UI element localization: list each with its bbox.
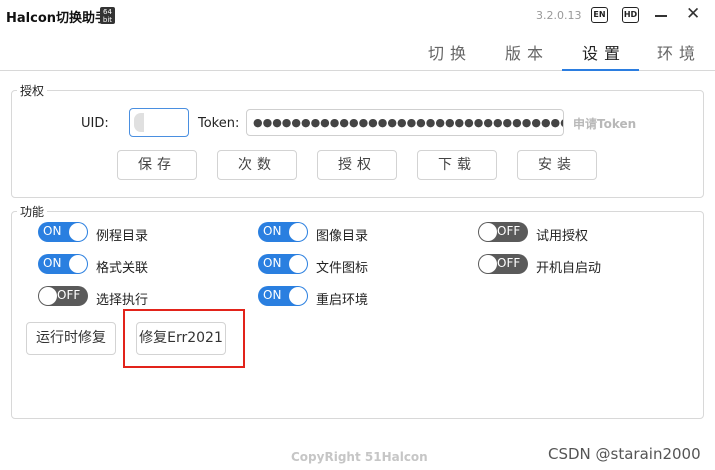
apply-token-link[interactable]: 申请Token bbox=[573, 115, 636, 132]
tab-version[interactable]: 版本 bbox=[505, 40, 549, 64]
authorize-button[interactable]: 授权 bbox=[317, 150, 397, 180]
close-icon[interactable]: ✕ bbox=[686, 4, 700, 24]
switch-knob bbox=[289, 255, 307, 273]
switch-state: ON bbox=[263, 288, 282, 302]
app-title: Halcon切换助手 bbox=[6, 11, 109, 26]
version-label: 3.2.0.13 bbox=[536, 9, 582, 22]
minimize-icon[interactable] bbox=[655, 15, 667, 17]
image-dir-switch[interactable]: ON bbox=[258, 222, 308, 242]
tab-switch[interactable]: 切换 bbox=[428, 40, 472, 64]
switch-state: OFF bbox=[497, 224, 521, 238]
tab-environment[interactable]: 环境 bbox=[657, 40, 701, 64]
trial-license-switch[interactable]: OFF bbox=[478, 222, 528, 242]
function-group-title: 功能 bbox=[17, 203, 48, 220]
file-icon-switch[interactable]: ON bbox=[258, 254, 308, 274]
image-dir-label: 图像目录 bbox=[316, 229, 369, 244]
autostart-switch[interactable]: OFF bbox=[478, 254, 528, 274]
title-bar: Halcon切换助手 64 bit 3.2.0.13 EN HD ✕ bbox=[0, 0, 715, 34]
highlight-box bbox=[123, 309, 245, 368]
count-button[interactable]: 次数 bbox=[217, 150, 297, 180]
autostart-label: 开机自启动 bbox=[536, 261, 602, 276]
format-assoc-label: 格式关联 bbox=[96, 261, 149, 276]
switch-state: ON bbox=[43, 256, 62, 270]
restart-env-label: 重启环境 bbox=[316, 293, 369, 308]
switch-knob bbox=[289, 287, 307, 305]
active-tab-indicator bbox=[562, 69, 639, 71]
hd-button[interactable]: HD bbox=[622, 7, 639, 23]
switch-knob bbox=[69, 255, 87, 273]
switch-state: OFF bbox=[497, 256, 521, 270]
auth-group: 授权 bbox=[11, 82, 704, 198]
select-exec-switch[interactable]: OFF bbox=[38, 286, 88, 306]
switch-state: ON bbox=[263, 256, 282, 270]
switch-state: ON bbox=[43, 224, 62, 238]
uid-label: UID: bbox=[81, 116, 109, 131]
switch-knob bbox=[39, 287, 57, 305]
csdn-watermark: CSDN @starain2000 bbox=[548, 445, 701, 463]
switch-state: ON bbox=[263, 224, 282, 238]
token-label: Token: bbox=[198, 116, 240, 131]
install-button[interactable]: 安装 bbox=[517, 150, 597, 180]
format-assoc-switch[interactable]: ON bbox=[38, 254, 88, 274]
switch-knob bbox=[479, 223, 497, 241]
switch-knob bbox=[479, 255, 497, 273]
trial-license-label: 试用授权 bbox=[536, 229, 589, 244]
file-icon-label: 文件图标 bbox=[316, 261, 369, 276]
switch-knob bbox=[289, 223, 307, 241]
uid-input[interactable] bbox=[129, 108, 189, 137]
example-dir-label: 例程目录 bbox=[96, 229, 149, 244]
tab-settings[interactable]: 设置 bbox=[582, 40, 626, 64]
save-button[interactable]: 保存 bbox=[117, 150, 197, 180]
bit-badge: 64 bit bbox=[100, 7, 115, 24]
tab-bar: 切换 版本 设置 环境 bbox=[0, 34, 715, 71]
copyright-text: CopyRight 51Halcon bbox=[291, 450, 428, 464]
token-input[interactable]: ●●●●●●●●●●●●●●●●●●●●●●●●●●●●●●●●●●●●●●●●… bbox=[246, 109, 564, 136]
uid-input-focus bbox=[134, 113, 144, 132]
auth-group-title: 授权 bbox=[17, 82, 48, 99]
example-dir-switch[interactable]: ON bbox=[38, 222, 88, 242]
restart-env-switch[interactable]: ON bbox=[258, 286, 308, 306]
switch-state: OFF bbox=[57, 288, 81, 302]
switch-knob bbox=[69, 223, 87, 241]
download-button[interactable]: 下载 bbox=[417, 150, 497, 180]
language-en-button[interactable]: EN bbox=[591, 7, 608, 23]
runtime-repair-button[interactable]: 运行时修复 bbox=[26, 322, 116, 355]
select-exec-label: 选择执行 bbox=[96, 293, 149, 308]
